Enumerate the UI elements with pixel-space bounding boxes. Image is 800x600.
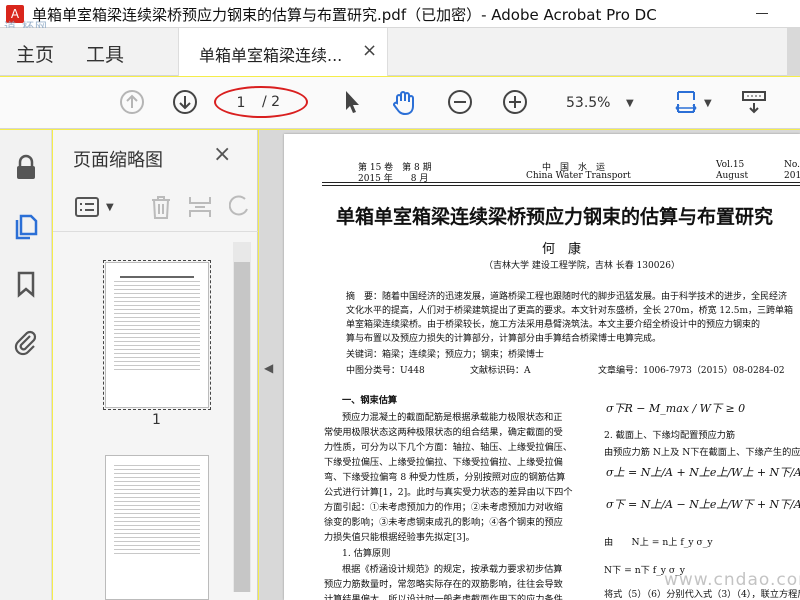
zoom-dropdown-icon[interactable]: ▼ [626,98,634,109]
subheading-2: 2. 截面上、下缘均配置预应力筋 [604,430,736,441]
tab-bar: 主页 工具 单箱单室箱梁连续... × [0,28,800,76]
thumbnail-scrollbar-thumb[interactable] [234,262,250,592]
body-line-12: 计算结果偏大。所以设计时一般考虑截面作用下的应力条件 [324,594,563,600]
right-body-line-1: 由预应力筋 N上及 N下在截面上、下缘产生的应力分 [604,447,800,458]
header-no-en: No.8 [784,160,800,170]
formula-2: σ上 = N上/A + N上e上/W上 + N下/A − N下e下/W上 [606,466,800,479]
select-arrow-icon[interactable] [338,88,366,116]
right-body-line-2: 由 N上 = n上 f_y σ_y [604,537,713,548]
window-title: 单箱单室箱梁连续梁桥预应力钢束的估算与布置研究.pdf（已加密）- Adobe … [32,6,657,24]
header-year-en: 2015 [784,171,800,181]
zoom-out-icon[interactable] [446,88,474,116]
thumbnail-toolbar: ▼ [53,182,258,232]
body-line-8: 徐变的影响；③未考虑钢束成孔的影响；④各个钢束的预应 [324,517,563,528]
thumbnail-panel-title: 页面缩略图 [73,150,163,171]
header-month-en: August [716,171,749,181]
body-line-1: 预应力混凝土的截面配筋是根据承载能力极限状态和正 [342,412,563,423]
options-dropdown-icon[interactable]: ▼ [106,202,114,213]
thumbnail-options-icon[interactable] [75,196,101,218]
minimize-button[interactable] [756,13,768,14]
class-number: 中图分类号：U448 [346,366,425,376]
pdf-page: 第 15 卷 第 8 期 2015 年 8 月 中 国 水 运 China Wa… [284,134,800,600]
tab-home[interactable]: 主页 [16,40,54,67]
title-bar: A 单箱单室箱梁连续梁桥预应力钢束的估算与布置研究.pdf（已加密）- Adob… [0,0,800,34]
page-thumbnails-icon[interactable] [12,212,40,240]
rotate-page-icon[interactable] [229,194,249,220]
fit-dropdown-icon[interactable]: ▼ [704,98,712,109]
delete-page-icon[interactable] [149,194,173,220]
header-rule [322,182,800,183]
tab-tools[interactable]: 工具 [86,40,124,67]
window-edge [787,28,800,76]
zoom-level-value[interactable]: 53.5% [566,95,610,111]
paper-author: 何 康 [542,242,582,257]
previous-page-icon[interactable] [118,88,146,116]
paper-affiliation: （吉林大学 建设工程学院，吉林 长春 130026） [484,261,680,271]
collapse-panel-icon[interactable]: ◀ [264,361,273,375]
document-code: 文献标识码：A [470,366,531,376]
tab-document[interactable]: 单箱单室箱梁连续... × [178,28,388,76]
close-tab-icon[interactable]: × [362,40,377,61]
formula-3: σ下 = N上/A − N上e上/W下 + N下/A + N下e下/W下 [606,498,800,511]
body-line-4: 下缘受拉偏压、上缘受拉偏拉、下缘受拉偏拉、上缘受拉偏 [324,457,563,468]
abstract-line-2: 文化水平的提高，人们对于桥梁建筑提出了更高的要求。本文针对东盛桥，全长 270m… [346,306,794,316]
fit-page-icon[interactable] [672,88,700,116]
body-line-7: 方面引起：①未考虑预加力的作用；②未考虑预加力对收缩 [324,502,563,513]
article-number: 文章编号：1006-7973（2015）08-0284-02 [598,366,785,376]
body-line-10: 根据《桥涵设计规范》的规定，按承载力要求初步估算 [342,564,563,575]
subheading-1: 1. 估算原则 [342,548,391,559]
body-line-9: 力损失值只能根据经验事先拟定[3]。 [324,532,475,543]
body-line-2: 常使用极限状态这两种极限状态的组合结果，确定截面的受 [324,427,563,438]
document-tab-label: 单箱单室箱梁连续... [199,46,343,65]
header-journal-en: China Water Transport [526,171,631,181]
next-page-icon[interactable] [171,88,199,116]
zoom-in-icon[interactable] [501,88,529,116]
header-vol-en: Vol.15 [716,160,745,170]
paper-title: 单箱单室箱梁连续梁桥预应力钢束的估算与布置研究 [336,206,774,228]
page-thumbnail-2[interactable] [105,455,209,600]
body-line-11: 预应力筋数量时，常忽略实际存在的双筋影响，往往会导致 [324,579,563,590]
abstract-line-1: 摘 要：随着中国经济的迅速发展，道路桥梁工程也跟随时代的脚步迅猛发展。由于科学技… [346,292,788,302]
page-thumbnail-1[interactable] [103,260,211,410]
hand-tool-icon[interactable] [390,88,418,116]
body-line-5: 弯、下缘受拉偏弯 8 种受力性质，分别按照对应的钢筋估算 [324,472,566,483]
bookmark-icon[interactable] [12,270,40,298]
thumbnail-panel: 页面缩略图 × ▼ 1 [53,130,258,600]
keywords: 关键词：箱梁；连续梁；预应力；钢束；桥梁博士 [346,350,545,360]
close-panel-icon[interactable]: × [213,142,231,167]
scroll-mode-icon[interactable] [740,88,768,116]
body-line-3: 力性质，可分为以下几个方面：轴拉、轴压、上缘受拉偏压、 [324,442,573,453]
watermark-bottom: www.cndao.com [664,570,800,590]
body-line-6: 公式进行计算[1，2]。此时与真实受力状态的差异由以下四个 [324,487,573,498]
extract-page-icon[interactable] [187,194,213,220]
red-highlight-ellipse [214,86,308,118]
left-tool-rail [0,130,52,600]
section-heading-1: 一、钢束估算 [342,395,398,406]
formula-1: σ下R − M_max / W下 ≥ 0 [606,402,746,415]
abstract-line-4: 算与布置以及预应力损失的计算部分，计算部分由手算结合桥梁博士电算完成。 [346,334,662,344]
lock-icon[interactable] [12,154,40,182]
main-toolbar: 1 / 2 53.5% ▼ ▼ [0,77,800,129]
abstract-line-3: 单室箱梁连续梁桥。由于桥梁较长，施工方法采用悬臂浇筑法。本文主要介绍全桥设计中的… [346,320,761,330]
thumbnail-page-number-1: 1 [152,412,161,428]
header-rule-2 [322,185,800,186]
paperclip-icon[interactable] [12,328,40,356]
